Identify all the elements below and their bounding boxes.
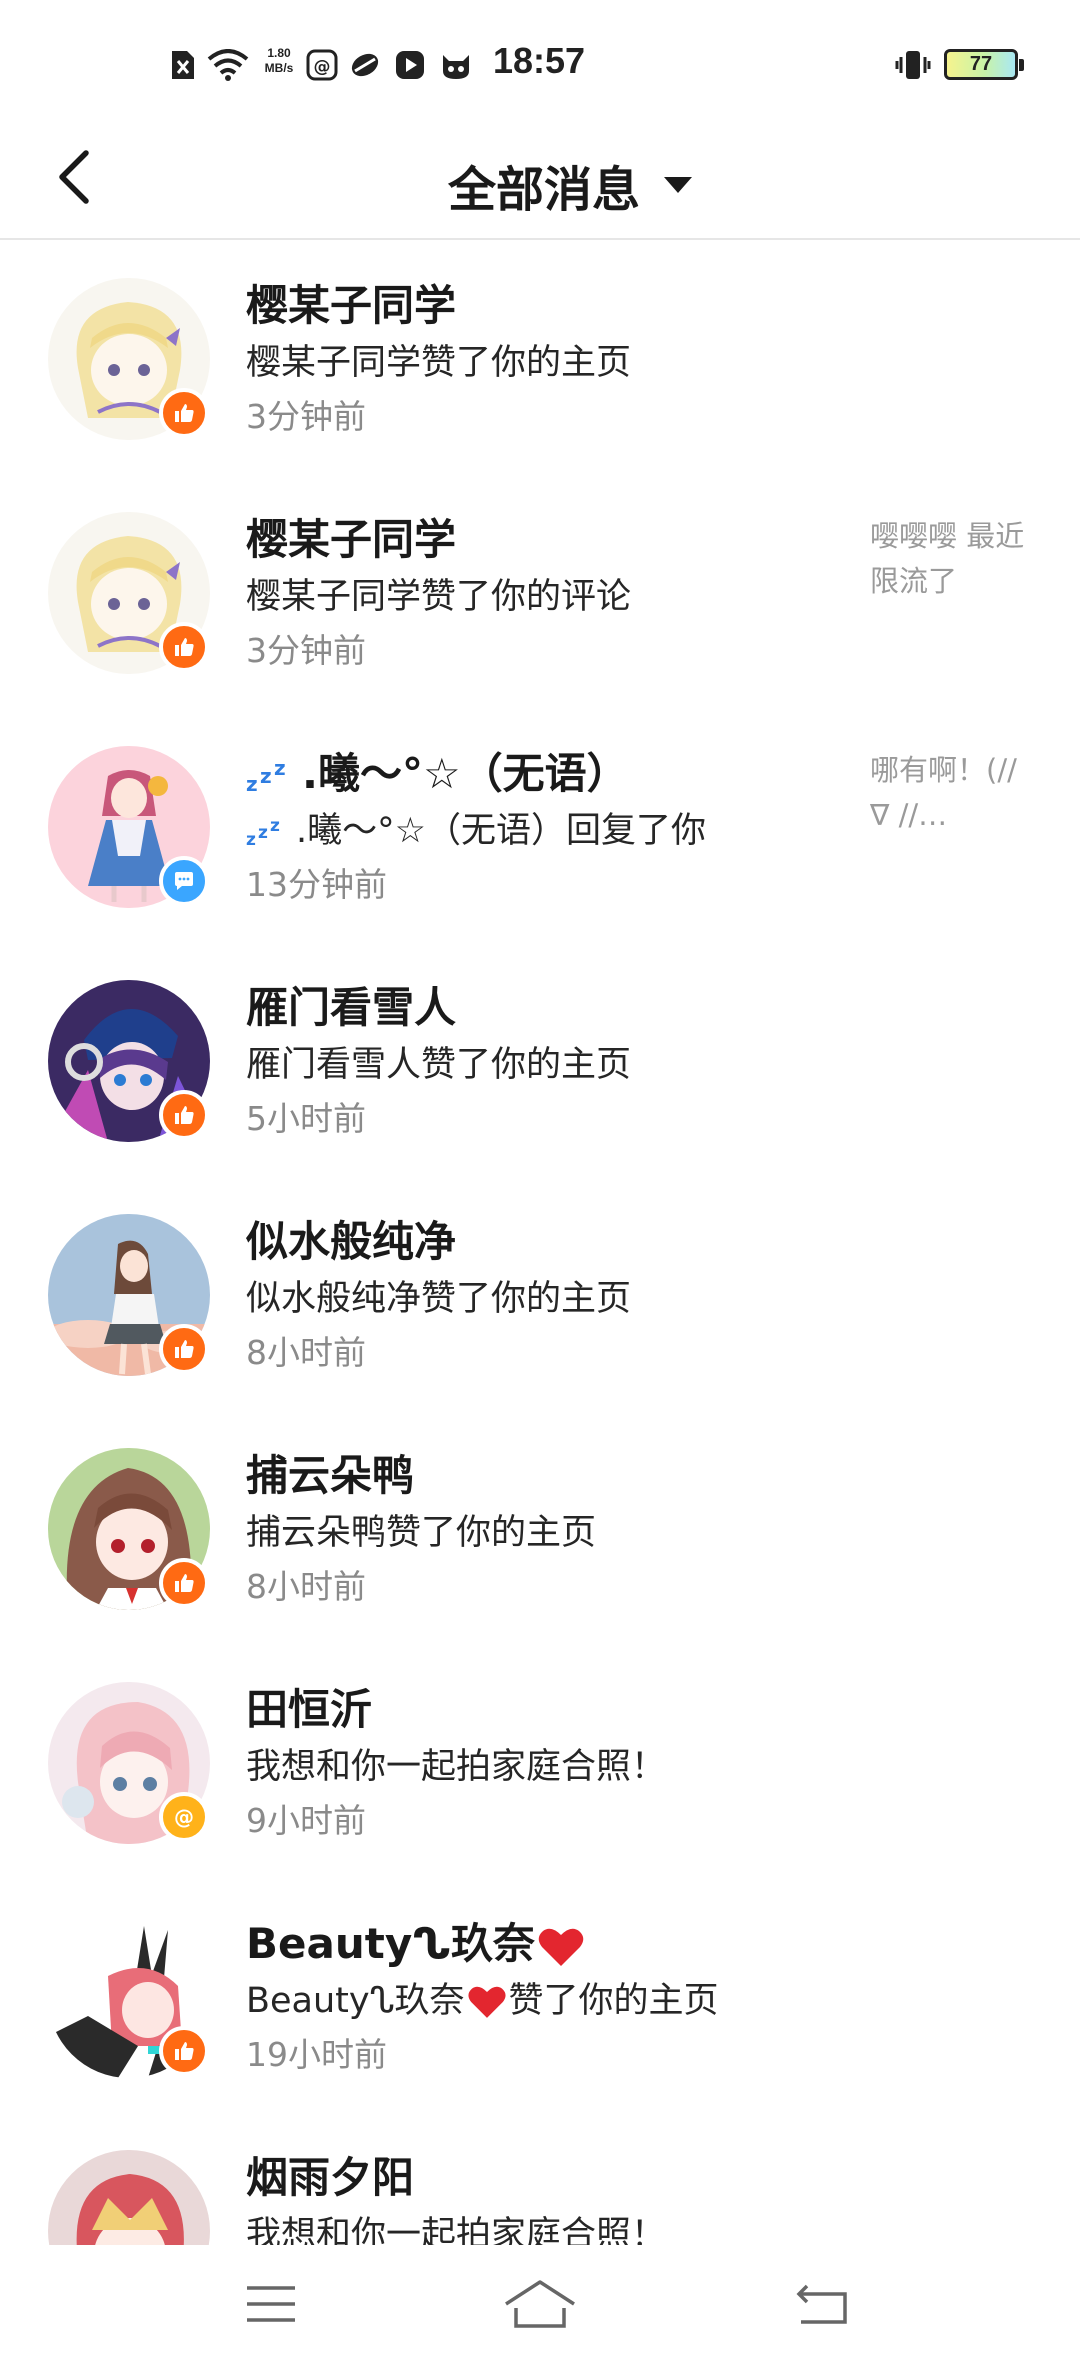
sender-name: 捕云朵鸭	[246, 1451, 415, 1500]
app-notification-icon	[348, 48, 382, 82]
like-badge-icon	[159, 622, 209, 672]
cat-app-icon	[438, 48, 474, 82]
home-icon	[505, 2280, 575, 2328]
menu-icon	[247, 2286, 295, 2322]
sim-off-icon	[168, 48, 198, 82]
svg-text:z: z	[274, 759, 286, 780]
comment-preview: 嘤嘤嘤 最近限流了	[870, 519, 1025, 598]
message-list[interactable]: 樱某子同学 樱某子同学赞了你的主页 3分钟前 樱某子同学 樱某子同学赞了你的评论…	[0, 240, 1080, 2245]
vibrate-icon	[895, 48, 931, 82]
dropdown-caret-icon	[664, 177, 692, 193]
sender-name: .曦～°☆（无语）	[302, 749, 629, 798]
message-content-row: Beautyᔐ玖奈 赞了你的主页	[246, 1972, 719, 2023]
message-time: 9小时前	[246, 1801, 366, 1840]
message-time: 13分钟前	[246, 865, 387, 904]
battery-icon: 77	[944, 49, 1024, 80]
message-time: 3分钟前	[246, 397, 366, 436]
like-badge-icon	[159, 1558, 209, 1608]
message-content: 似水般纯净赞了你的主页	[246, 1279, 632, 1319]
message-item[interactable]: 雁门看雪人 雁门看雪人赞了你的主页 5小时前	[0, 942, 1080, 1176]
app-notification-icon: @	[305, 48, 339, 82]
message-item[interactable]: 捕云朵鸭 捕云朵鸭赞了你的主页 8小时前	[0, 1410, 1080, 1644]
wifi-icon	[206, 48, 250, 82]
message-time: 8小时前	[246, 1333, 366, 1372]
message-content-row: z z z .曦～°☆（无语）回复了你	[246, 802, 706, 853]
status-bar: 1.80 MB/s @ 18:57 77	[0, 0, 1080, 130]
message-time: 19小时前	[246, 2035, 387, 2074]
like-badge-icon	[159, 1324, 209, 1374]
sender-name: 雁门看雪人	[246, 983, 457, 1032]
sleep-zz-icon: z z z	[246, 759, 286, 795]
battery-level: 77	[969, 53, 993, 75]
svg-text:z: z	[246, 830, 256, 848]
video-app-icon	[393, 48, 427, 82]
home-button[interactable]	[495, 2269, 585, 2339]
message-content: 捕云朵鸭赞了你的主页	[246, 1513, 597, 1553]
like-badge-icon	[159, 388, 209, 438]
back-icon	[796, 2284, 847, 2324]
sender-name: 樱某子同学	[246, 515, 457, 564]
svg-text:z: z	[270, 816, 280, 836]
message-content: 我想和你一起拍家庭合照！	[246, 2215, 667, 2245]
heart-icon	[467, 1986, 506, 2018]
svg-text:z: z	[258, 823, 268, 843]
comment-preview: 哪有啊！(// ∇ //…	[870, 753, 1017, 832]
message-item[interactable]: z z z .曦～°☆（无语） z z z .曦～°☆（无语）回复了你 13分钟…	[0, 708, 1080, 942]
back-arrow-icon	[59, 150, 89, 204]
message-item[interactable]: Beautyᔐ玖奈 Beautyᔐ玖奈 赞了你的主页 19小时前	[0, 1878, 1080, 2112]
like-badge-icon	[159, 1090, 209, 1140]
message-item[interactable]: 烟雨夕阳 我想和你一起拍家庭合照！	[0, 2112, 1080, 2245]
sender-name: 烟雨夕阳	[246, 2153, 415, 2202]
message-item[interactable]: 樱某子同学 樱某子同学赞了你的主页 3分钟前	[0, 240, 1080, 474]
svg-text:@: @	[314, 57, 331, 77]
message-content: 我想和你一起拍家庭合照！	[246, 1747, 667, 1787]
svg-text:z: z	[246, 772, 258, 795]
message-content: 樱某子同学赞了你的主页	[246, 343, 632, 383]
message-time: 3分钟前	[246, 631, 366, 670]
avatar[interactable]	[48, 2150, 210, 2245]
message-filter-dropdown[interactable]: 全部消息	[448, 150, 692, 220]
message-item[interactable]: @ 田恒沂 我想和你一起拍家庭合照！ 9小时前	[0, 1644, 1080, 1878]
net-speed-value: 1.80	[267, 46, 291, 60]
header-title-wrap: 全部消息	[0, 130, 1080, 240]
mention-badge-icon: @	[159, 1792, 209, 1842]
clock: 18:57	[493, 40, 586, 81]
sender-name: 樱某子同学	[246, 281, 457, 330]
message-content: 樱某子同学赞了你的评论	[246, 577, 632, 617]
page-title: 全部消息	[447, 162, 640, 218]
sender-name: 田恒沂	[246, 1685, 373, 1734]
heart-icon	[538, 1928, 584, 1966]
sender-name: 似水般纯净	[246, 1217, 457, 1266]
message-content-suffix: 赞了你的主页	[508, 1981, 719, 2021]
message-item[interactable]: 樱某子同学 樱某子同学赞了你的评论 3分钟前 嘤嘤嘤 最近限流了	[0, 474, 1080, 708]
message-time: 8小时前	[246, 1567, 366, 1606]
sender-name-row: z z z .曦～°☆（无语）	[246, 740, 629, 801]
svg-text:@: @	[174, 1805, 194, 1829]
message-item[interactable]: 似水般纯净 似水般纯净赞了你的主页 8小时前	[0, 1176, 1080, 1410]
svg-text:z: z	[260, 764, 272, 788]
like-badge-icon	[159, 2026, 209, 2076]
sender-name-row: Beautyᔐ玖奈	[246, 1910, 587, 1971]
system-back-button[interactable]	[778, 2269, 868, 2339]
sleep-zz-icon: z z z	[246, 816, 280, 848]
system-nav-bar	[0, 2245, 1080, 2376]
back-button[interactable]	[44, 144, 104, 210]
message-content: Beautyᔐ玖奈	[246, 1981, 465, 2021]
net-speed: 1.80 MB/s	[259, 46, 299, 76]
message-content: .曦～°☆（无语）回复了你	[296, 811, 707, 851]
sender-name: Beautyᔐ玖奈	[246, 1919, 535, 1968]
comment-badge-icon	[159, 856, 209, 906]
message-time: 5小时前	[246, 1099, 366, 1138]
message-content: 雁门看雪人赞了你的主页	[246, 1045, 632, 1085]
header: 全部消息	[0, 130, 1080, 240]
menu-button[interactable]	[226, 2269, 316, 2339]
net-speed-unit: MB/s	[264, 61, 294, 75]
